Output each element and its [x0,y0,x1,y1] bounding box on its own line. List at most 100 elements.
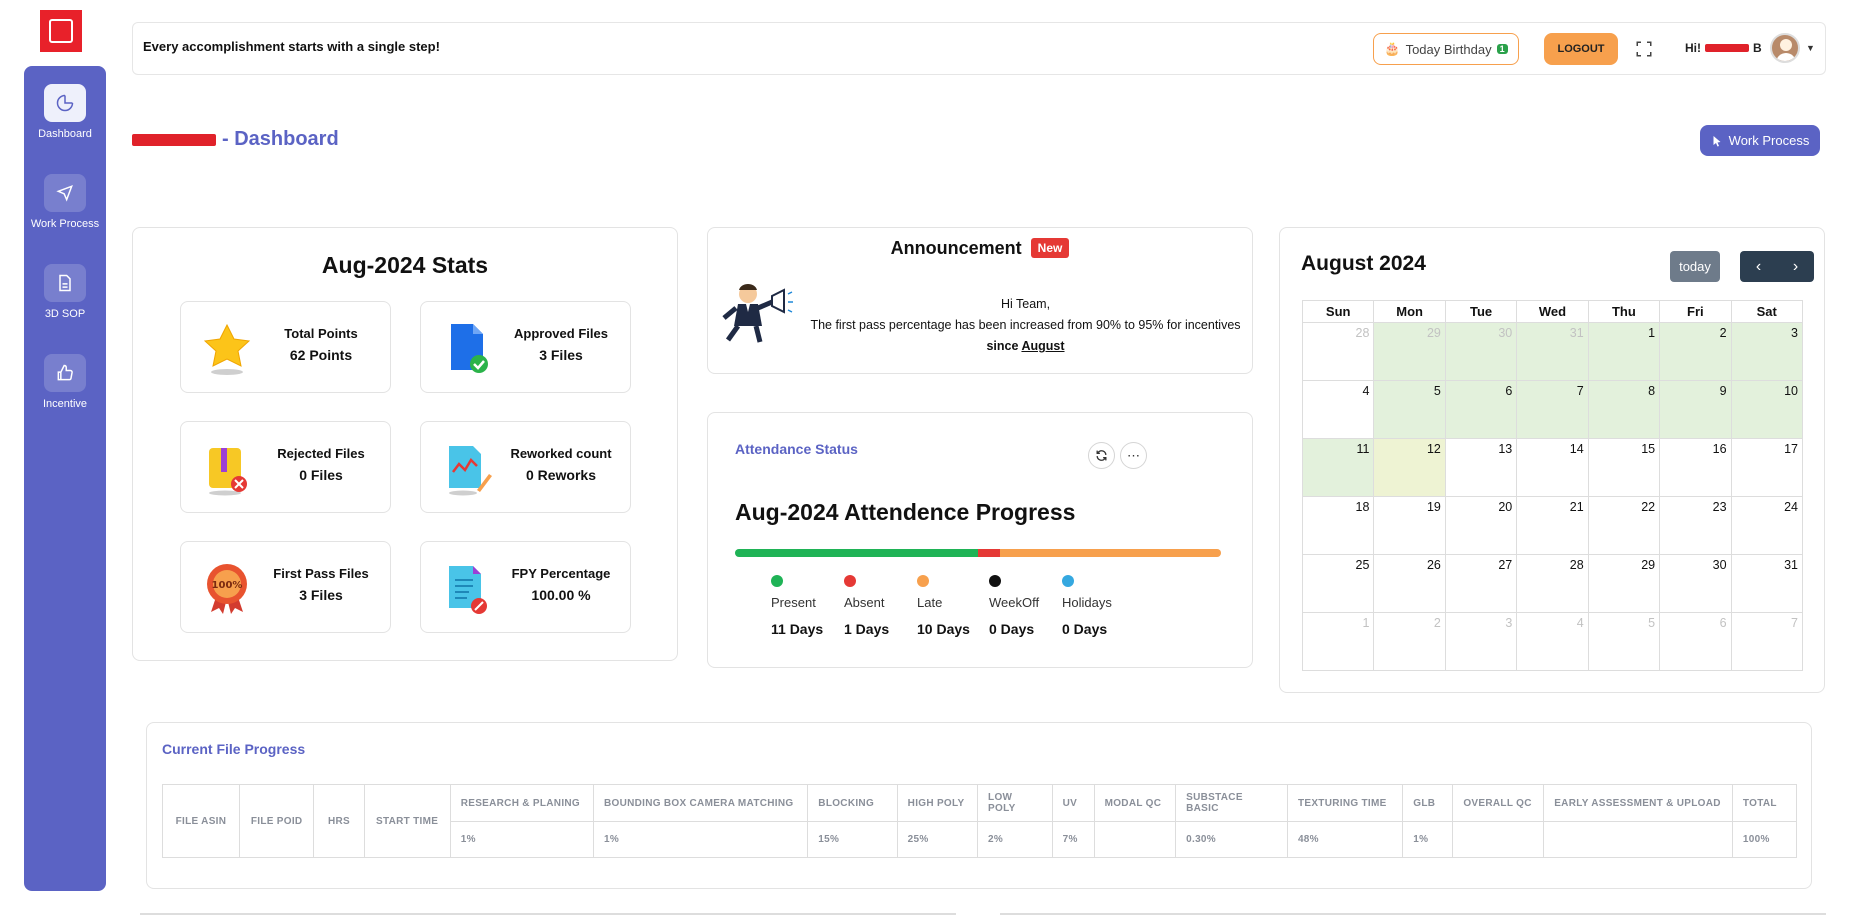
calendar-day-cell[interactable]: 8 [1587,380,1661,439]
calendar-day-cell[interactable]: 2 [1659,322,1732,381]
legend-dot [989,575,1001,587]
stat-label: Approved Files [514,326,608,341]
calendar-day-cell[interactable]: 1 [1301,612,1375,671]
calendar-day-cell[interactable]: 19 [1373,496,1446,555]
weekday-header: Thu [1587,300,1661,323]
avatar[interactable] [1770,33,1800,63]
column-header: FILE POID [238,784,315,858]
more-options-button[interactable]: ⋯ [1120,442,1147,469]
file-progress-table: FILE ASIN FILE POID HRS START TIME RESEARCH … [162,784,1798,858]
work-process-button[interactable]: Work Process [1700,125,1820,156]
calendar-today-button[interactable]: today [1670,251,1720,282]
stats-title: Aug-2024 Stats [321,252,489,278]
logout-button[interactable]: LOGOUT [1544,33,1618,65]
chevron-down-icon[interactable]: ▼ [1806,43,1815,53]
sidebar-item-incentive[interactable]: Incentive [24,354,106,410]
refresh-button[interactable] [1088,442,1115,469]
stat-label: FPY Percentage [511,566,611,581]
calendar-day-cell[interactable]: 12 [1373,438,1446,497]
calendar-day-cell[interactable]: 2 [1373,612,1446,671]
chevron-left-icon: ‹ [1755,257,1762,275]
rejected-file-icon [209,448,247,496]
calendar-day-cell[interactable]: 7 [1516,380,1589,439]
calendar-day-cell[interactable]: 17 [1730,438,1804,497]
calendar-day-cell[interactable]: 16 [1659,438,1732,497]
app-logo[interactable] [40,10,82,52]
sidebar-item-dashboard[interactable]: Dashboard [24,84,106,140]
column-header: HRS [313,784,365,858]
weekday-header: Sun [1301,300,1375,323]
user-greeting: Hi! B [1685,41,1762,55]
calendar-day-cell[interactable]: 6 [1659,612,1732,671]
calendar-day-cell[interactable]: 25 [1301,554,1375,613]
column-header: LOW POLY [977,784,1053,822]
column-header: GLB [1402,784,1454,822]
file-progress-card: Current File Progress FILE ASIN FILE POID… [146,722,1812,889]
calendar-day-cell[interactable]: 15 [1587,438,1661,497]
attendance-header: Attendance Status [735,441,858,457]
top-bar: Every accomplishment starts with a singl… [132,22,1826,75]
calendar-day-cell[interactable]: 29 [1587,554,1661,613]
calendar-day-cell[interactable]: 7 [1730,612,1804,671]
calendar-day-cell[interactable]: 4 [1301,380,1375,439]
stat-first-pass-files: 100% First Pass Files 3 Files [180,541,391,633]
calendar-day-cell[interactable]: 14 [1516,438,1589,497]
announcement-since: since August [803,336,1248,357]
calendar-day-cell[interactable]: 11 [1301,438,1375,497]
calendar-day-cell[interactable]: 6 [1444,380,1518,439]
calendar-day-cell[interactable]: 27 [1444,554,1518,613]
fullscreen-icon[interactable] [1635,40,1653,58]
calendar-day-cell[interactable]: 9 [1659,380,1732,439]
greeting-prefix: Hi! [1685,41,1701,55]
approved-file-icon [451,324,488,373]
sidebar: Dashboard Work Process 3D SOP Incentive [24,66,106,891]
calendar-day-cell[interactable]: 20 [1444,496,1518,555]
calendar-day-cell[interactable]: 31 [1730,554,1804,613]
calendar-day-cell[interactable]: 26 [1373,554,1446,613]
calendar-next-button[interactable]: › [1777,251,1814,282]
calendar-day-cell[interactable]: 5 [1587,612,1661,671]
weekday-header: Sat [1730,300,1804,323]
calendar-prev-button[interactable]: ‹ [1740,251,1777,282]
more-horizontal-icon: ⋯ [1127,447,1140,463]
sidebar-item-work-process[interactable]: Work Process [24,174,106,230]
today-birthday-button[interactable]: 🎂 Today Birthday 1 [1373,33,1519,65]
file-icon [44,264,86,302]
table-cell [1093,821,1177,858]
new-badge: New [1030,238,1070,258]
badge-100-icon: 100% [207,564,247,614]
calendar-day-cell[interactable]: 30 [1659,554,1732,613]
calendar-day-cell[interactable]: 28 [1301,322,1375,381]
calendar-day-cell[interactable]: 3 [1730,322,1804,381]
refresh-icon [1096,450,1107,461]
file-progress-title: Current File Progress [162,741,306,757]
calendar-day-cell[interactable]: 3 [1444,612,1518,671]
stat-value: 0 Reworks [525,467,597,483]
column-header: FILE ASIN [162,784,240,858]
calendar-day-cell[interactable]: 1 [1587,322,1661,381]
table-cell: 15% [807,821,898,858]
calendar-day-cell[interactable]: 21 [1516,496,1589,555]
calendar-day-cell[interactable]: 18 [1301,496,1375,555]
sidebar-item-3d-sop[interactable]: 3D SOP [24,264,106,320]
attendance-card: Attendance Status ⋯ Aug-2024 Attendence … [707,412,1253,668]
calendar-day-cell[interactable]: 5 [1373,380,1446,439]
sidebar-item-label: Work Process [30,218,100,230]
calendar-day-cell[interactable]: 28 [1516,554,1589,613]
table-cell: 100% [1731,821,1798,858]
calendar-day-cell[interactable]: 13 [1444,438,1518,497]
calendar-day-cell[interactable]: 31 [1516,322,1589,381]
calendar-day-cell[interactable]: 23 [1659,496,1732,555]
legend-dot [1062,575,1074,587]
sidebar-item-label: 3D SOP [44,308,86,320]
calendar-day-cell[interactable]: 29 [1373,322,1446,381]
calendar-day-cell[interactable]: 24 [1730,496,1804,555]
calendar-day-cell[interactable]: 10 [1730,380,1804,439]
since-month-link[interactable]: August [1021,339,1064,353]
stat-value: 0 Files [299,467,343,483]
calendar-day-cell[interactable]: 22 [1587,496,1661,555]
thumbs-up-icon [44,354,86,392]
calendar-day-cell[interactable]: 30 [1444,322,1518,381]
progress-segment-present [735,549,978,557]
calendar-day-cell[interactable]: 4 [1516,612,1589,671]
